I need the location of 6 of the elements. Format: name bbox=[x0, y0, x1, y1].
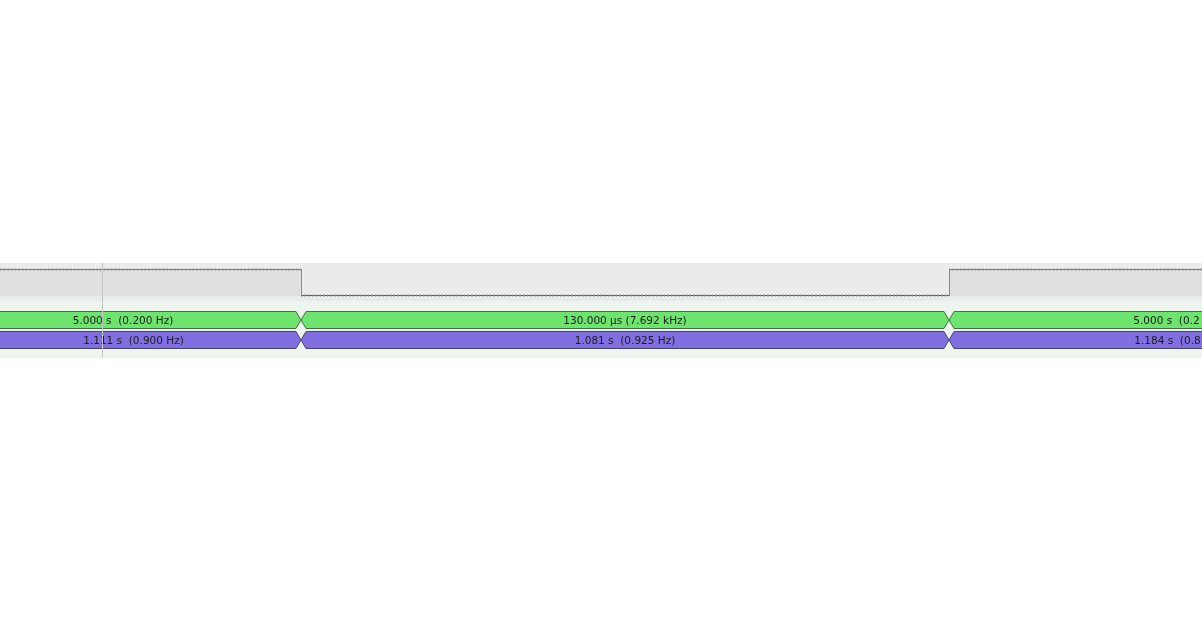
annotation-segment: 5.000 s (0.2 bbox=[948, 311, 1202, 329]
annotation-segment: 1.081 s (0.925 Hz) bbox=[300, 331, 950, 349]
annotation-segment: 5.000 s (0.200 Hz) bbox=[0, 311, 302, 329]
annotation-segment: 1.184 s (0.8 bbox=[948, 331, 1202, 349]
annotation-segment: 1.111 s (0.900 Hz) bbox=[0, 331, 302, 349]
annotation-segment: 130.000 µs (7.692 kHz) bbox=[300, 311, 950, 329]
